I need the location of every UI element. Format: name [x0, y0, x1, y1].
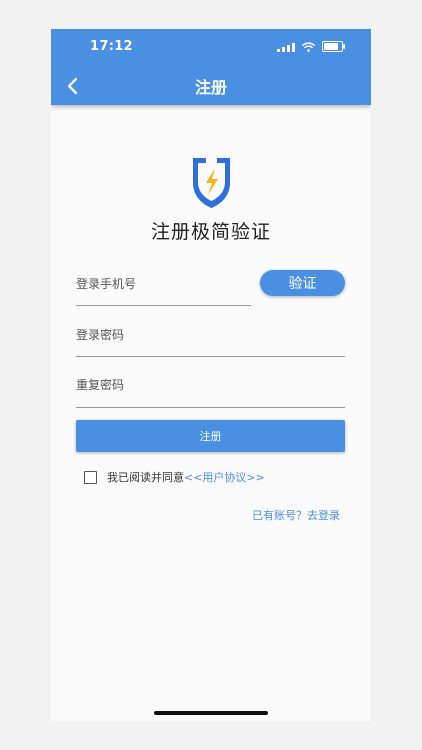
- status-icons: [277, 41, 345, 52]
- app-bar: 17:12 注册: [51, 29, 371, 105]
- password-field-label: 登录密码: [76, 328, 125, 342]
- phone-field-underline: [76, 305, 251, 306]
- app-title: 注册极简验证: [150, 221, 271, 243]
- agreement-text: 我已阅读并同意: [107, 471, 184, 484]
- verify-button[interactable]: 验证: [260, 270, 345, 296]
- shield-lightning-logo-icon: [193, 158, 230, 208]
- battery-level: [324, 43, 338, 50]
- phone-screen: 17:12 注册 注册极简验证 登录手机号 验证 登录密码 重复密码 注册 我已…: [51, 29, 371, 721]
- wifi-icon: [302, 41, 315, 52]
- phone-field[interactable]: 登录手机号: [76, 275, 251, 306]
- agreement-row: 我已阅读并同意 <<用户协议>>: [84, 469, 265, 485]
- repeat-password-field-label: 重复密码: [76, 378, 125, 392]
- battery-icon: [322, 41, 345, 52]
- status-time: 17:12: [90, 39, 133, 54]
- page-title: 注册: [194, 78, 227, 97]
- password-field-underline: [76, 356, 345, 357]
- repeat-password-field-underline: [76, 407, 345, 408]
- signal-icon: [277, 42, 295, 52]
- phone-field-label: 登录手机号: [76, 277, 137, 291]
- agreement-checkbox[interactable]: [84, 470, 97, 484]
- go-login-link[interactable]: 已有账号？去登录: [252, 507, 340, 523]
- repeat-password-field[interactable]: 重复密码: [76, 376, 345, 408]
- user-agreement-link[interactable]: <<用户协议>>: [184, 469, 265, 485]
- password-field[interactable]: 登录密码: [76, 326, 345, 357]
- home-indicator: [154, 711, 268, 715]
- register-button[interactable]: 注册: [76, 420, 345, 452]
